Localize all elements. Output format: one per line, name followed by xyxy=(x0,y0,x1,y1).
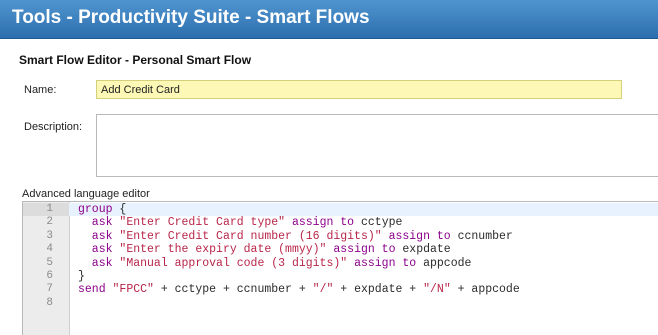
code-text: group { xyxy=(78,203,126,216)
code-string: "/N" xyxy=(423,283,451,297)
code-keyword: ask xyxy=(78,216,120,230)
code-text: } xyxy=(78,270,85,283)
line-number-text: 1 xyxy=(46,203,53,215)
line-number-text: 8 xyxy=(46,296,53,309)
line-number: 7 xyxy=(23,283,53,296)
line-number-text: 3 xyxy=(46,229,53,242)
window-title: Tools - Productivity Suite - Smart Flows xyxy=(12,7,370,28)
code-line[interactable]: 4 ask "Enter the expiry date (mmyy)" ass… xyxy=(23,243,658,256)
code-keyword: ask xyxy=(78,243,120,257)
name-input[interactable] xyxy=(96,80,622,99)
line-number: 4 xyxy=(23,243,53,256)
code-string: "Manual approval code (3 digits)" xyxy=(119,256,348,270)
code-token: + expdate + xyxy=(333,283,424,297)
code-token: } xyxy=(78,269,85,283)
code-line[interactable]: 3 ask "Enter Credit Card number (16 digi… xyxy=(23,230,658,243)
code-token: + appcode xyxy=(450,283,520,297)
description-label: Description: xyxy=(24,121,83,133)
line-number: 2 xyxy=(23,216,53,229)
code-text: ask "Enter Credit Card number (16 digits… xyxy=(78,230,513,243)
name-label: Name: xyxy=(24,84,57,96)
code-line[interactable]: 6} xyxy=(23,270,658,283)
line-number: 8 xyxy=(23,297,53,310)
code-text: ask "Enter the expiry date (mmyy)" assig… xyxy=(78,243,451,256)
code-lines: 1 group {2 ask "Enter Credit Card type" a… xyxy=(23,203,658,310)
code-editor[interactable]: 1 group {2 ask "Enter Credit Card type" a… xyxy=(22,201,658,335)
code-string: "FPCC" xyxy=(112,283,154,297)
title-bar: Tools - Productivity Suite - Smart Flows xyxy=(0,0,658,39)
code-line[interactable]: 8 xyxy=(23,297,658,310)
code-keyword: assign to xyxy=(381,229,458,243)
advanced-editor-label: Advanced language editor xyxy=(22,188,150,200)
code-line[interactable]: 2 ask "Enter Credit Card type" assign to… xyxy=(23,216,658,229)
code-keyword: assign to xyxy=(347,256,424,270)
code-line[interactable]: 1 group { xyxy=(23,203,658,217)
description-input[interactable] xyxy=(96,114,658,177)
code-line[interactable]: 5 ask "Manual approval code (3 digits)" … xyxy=(23,257,658,270)
code-text: ask "Enter Credit Card type" assign to c… xyxy=(78,216,403,230)
code-text: send "FPCC" + cctype + ccnumber + "/" + … xyxy=(78,283,520,296)
line-number: 3 xyxy=(23,230,53,243)
code-keyword: ask xyxy=(78,229,120,243)
code-token: expdate xyxy=(402,243,451,257)
code-token: { xyxy=(112,203,127,216)
code-string: "Enter Credit Card number (16 digits)" xyxy=(119,229,382,243)
code-keyword: send xyxy=(78,283,113,297)
code-string: "/" xyxy=(312,283,334,297)
code-string: "Enter Credit Card type" xyxy=(119,216,286,230)
code-line[interactable]: 7 send "FPCC" + cctype + ccnumber + "/" +… xyxy=(23,283,658,296)
code-token: cctype xyxy=(360,216,403,230)
code-text: ask "Manual approval code (3 digits)" as… xyxy=(78,256,472,270)
line-number-text: 6 xyxy=(46,269,53,282)
line-number-text: 5 xyxy=(46,256,53,269)
code-token: appcode xyxy=(423,256,472,270)
code-string: "Enter the expiry date (mmyy)" xyxy=(119,243,327,257)
line-number-text: 2 xyxy=(46,216,53,229)
code-keyword: group xyxy=(78,203,113,216)
code-keyword: ask xyxy=(78,256,120,270)
line-number-text: 4 xyxy=(46,243,53,256)
line-number: 1 xyxy=(23,203,69,217)
line-number: 5 xyxy=(23,257,53,270)
code-keyword: assign to xyxy=(285,216,361,230)
code-token: + cctype + ccnumber + xyxy=(153,283,313,297)
line-number-text: 7 xyxy=(46,283,53,296)
editor-heading: Smart Flow Editor - Personal Smart Flow xyxy=(19,53,252,67)
code-token: ccnumber xyxy=(457,229,513,243)
line-number: 6 xyxy=(23,270,53,283)
code-keyword: assign to xyxy=(326,243,403,257)
